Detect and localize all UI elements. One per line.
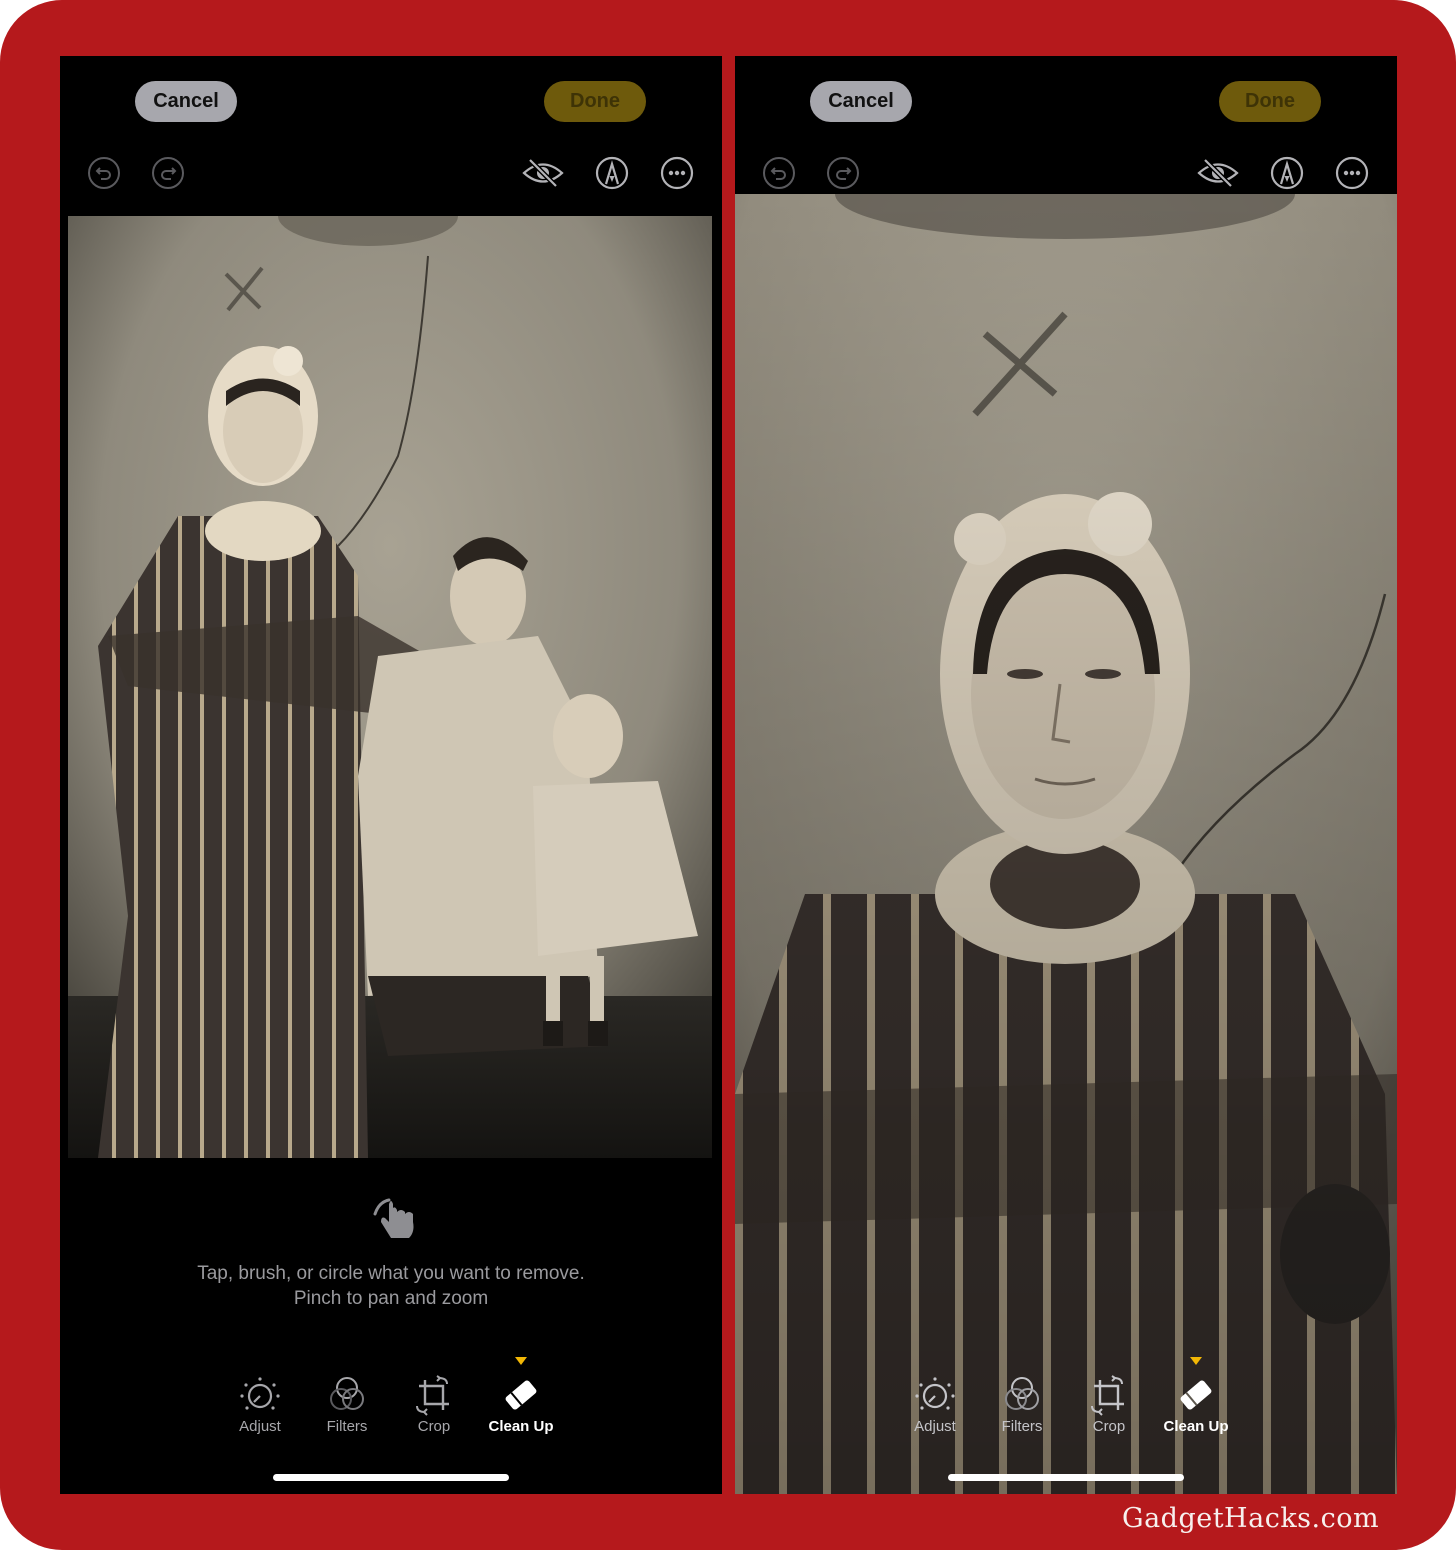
tab-clean-up-label: Clean Up	[1163, 1418, 1229, 1435]
tab-crop-label: Crop	[417, 1418, 451, 1435]
cleanup-hint-line1: Tap, brush, or circle what you want to r…	[197, 1263, 585, 1284]
tab-crop-label: Crop	[1092, 1418, 1126, 1435]
adjust-dial-icon	[240, 1377, 280, 1410]
tab-adjust[interactable]: Adjust	[215, 1352, 305, 1442]
tab-crop[interactable]: Crop	[1064, 1352, 1154, 1442]
photo-canvas-zoomed[interactable]	[735, 194, 1397, 1494]
active-tab-indicator	[515, 1357, 527, 1365]
tab-clean-up[interactable]: Clean Up	[476, 1352, 566, 1442]
tab-filters-label: Filters	[1001, 1418, 1043, 1435]
hide-eye-icon[interactable]	[1197, 156, 1239, 190]
more-icon[interactable]	[1335, 156, 1369, 190]
crop-rotate-icon	[416, 1375, 449, 1416]
adjust-dial-icon	[915, 1377, 955, 1410]
home-indicator[interactable]	[273, 1474, 509, 1481]
more-icon[interactable]	[660, 156, 694, 190]
phone-screen-right: Cancel Done Adjust Filters Crop Clean Up	[735, 56, 1397, 1494]
tab-adjust[interactable]: Adjust	[890, 1352, 980, 1442]
hide-eye-icon[interactable]	[522, 156, 564, 190]
cleanup-hint-line2: Pinch to pan and zoom	[293, 1288, 489, 1309]
done-button[interactable]: Done	[544, 81, 646, 122]
filters-circles-icon	[1005, 1377, 1039, 1410]
tintype-zoomed-photo	[735, 194, 1397, 1494]
tab-adjust-label: Adjust	[239, 1418, 281, 1435]
tab-filters[interactable]: Filters	[977, 1352, 1067, 1442]
crop-rotate-icon	[1091, 1375, 1124, 1416]
done-button[interactable]: Done	[1219, 81, 1321, 122]
tab-clean-up[interactable]: Clean Up	[1151, 1352, 1241, 1442]
markup-pen-icon[interactable]	[1270, 156, 1304, 190]
active-tab-indicator	[1190, 1357, 1202, 1365]
tab-clean-up-label: Clean Up	[488, 1418, 554, 1435]
cancel-button[interactable]: Cancel	[810, 81, 912, 122]
markup-pen-icon[interactable]	[595, 156, 629, 190]
edit-toolbar: Adjust Filters Crop Clean Up	[735, 1352, 1397, 1442]
tab-adjust-label: Adjust	[914, 1418, 956, 1435]
tab-filters[interactable]: Filters	[302, 1352, 392, 1442]
filters-circles-icon	[330, 1377, 364, 1410]
hand-tap-icon	[365, 1194, 425, 1244]
home-indicator[interactable]	[948, 1474, 1184, 1481]
tab-filters-label: Filters	[326, 1418, 368, 1435]
photo-canvas[interactable]	[68, 216, 712, 1158]
watermark: GadgetHacks.com	[1122, 1503, 1380, 1534]
tintype-family-photo	[68, 216, 712, 1158]
eraser-icon	[505, 1380, 537, 1410]
edit-toolbar: Adjust Filters Crop Clean Up	[60, 1352, 722, 1442]
undo-icon[interactable]	[762, 156, 796, 190]
cancel-button[interactable]: Cancel	[135, 81, 237, 122]
undo-icon[interactable]	[87, 156, 121, 190]
eraser-icon	[1180, 1380, 1212, 1410]
redo-icon[interactable]	[151, 156, 185, 190]
tab-crop[interactable]: Crop	[389, 1352, 479, 1442]
phone-screen-left: Cancel Done Tap, brush, or circle what y…	[60, 56, 722, 1494]
redo-icon[interactable]	[826, 156, 860, 190]
